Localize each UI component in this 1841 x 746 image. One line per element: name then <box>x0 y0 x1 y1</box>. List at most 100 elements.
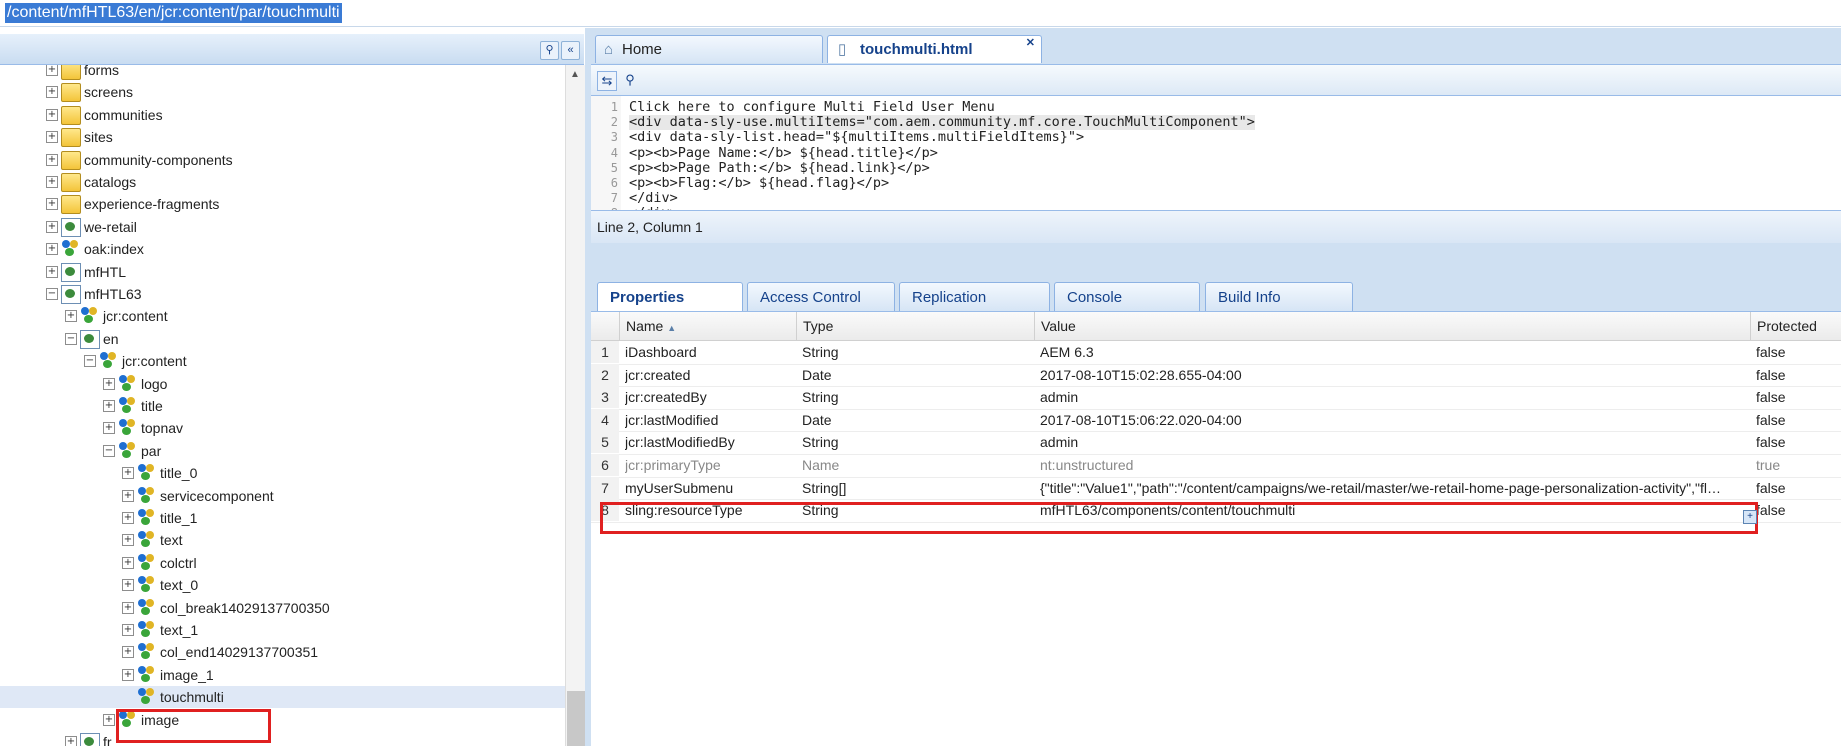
splitter[interactable] <box>591 243 1841 273</box>
expand-icon[interactable]: + <box>122 467 134 480</box>
tree-node[interactable]: + oak:index <box>0 238 565 260</box>
tree-node[interactable]: − par <box>0 440 565 462</box>
property-row[interactable]: 5 jcr:lastModifiedBy String admin false <box>591 431 1841 455</box>
expand-icon[interactable]: + <box>103 422 115 435</box>
expand-icon[interactable]: + <box>46 86 58 99</box>
tree-node[interactable]: + communities <box>0 104 565 126</box>
close-icon[interactable]: ✕ <box>1026 29 1035 57</box>
code-line[interactable]: 5 <p><b>Page Path:</b> ${head.link}</p> <box>591 160 1841 176</box>
tab-properties[interactable]: Properties <box>597 282 743 311</box>
expand-icon[interactable]: + <box>122 601 134 614</box>
property-value[interactable]: admin <box>1040 431 1748 453</box>
expand-icon[interactable]: + <box>122 624 134 636</box>
expand-icon[interactable]: + <box>122 646 134 659</box>
tree-node[interactable]: + forms <box>0 65 565 81</box>
tree-node[interactable]: + we-retail <box>0 216 565 238</box>
property-row[interactable]: 3 jcr:createdBy String admin false <box>591 386 1841 410</box>
format-icon[interactable]: ⇆ <box>597 71 617 91</box>
tree-node[interactable]: + image <box>0 709 565 731</box>
tab-home[interactable]: ⌂ Home <box>595 35 823 63</box>
expand-icon[interactable]: + <box>46 198 58 211</box>
property-type[interactable]: String[] <box>802 477 1032 499</box>
tree-node[interactable]: + title <box>0 395 565 417</box>
expand-value-icon[interactable]: + <box>1743 510 1757 524</box>
property-protected[interactable]: true <box>1756 454 1841 476</box>
expand-icon[interactable]: + <box>103 377 115 390</box>
tab-build-info[interactable]: Build Info <box>1205 282 1353 311</box>
property-value[interactable]: admin <box>1040 386 1748 408</box>
tree-node[interactable]: + title_0 <box>0 462 565 484</box>
expand-icon[interactable]: + <box>122 489 134 502</box>
tree-node[interactable]: − en <box>0 328 565 350</box>
code-text[interactable]: <p><b>Flag:</b> ${head.flag}</p> <box>629 176 889 191</box>
tree-node[interactable]: + col_end14029137700351 <box>0 641 565 663</box>
header-value[interactable]: Value <box>1034 312 1750 340</box>
property-value[interactable]: AEM 6.3 <box>1040 341 1748 363</box>
tree-node[interactable]: + screens <box>0 81 565 103</box>
tree-node[interactable]: + mfHTL <box>0 261 565 283</box>
expand-icon[interactable]: + <box>46 243 58 256</box>
header-name[interactable]: Name ▲ <box>619 312 796 340</box>
property-protected[interactable]: false <box>1756 409 1841 431</box>
property-protected[interactable]: false <box>1756 386 1841 408</box>
tree-node[interactable]: − mfHTL63 <box>0 283 565 305</box>
tree-scrollbar[interactable]: ▲ <box>565 65 586 746</box>
code-editor[interactable]: 1 Click here to configure Multi Field Use… <box>591 96 1841 210</box>
tree-node[interactable]: − jcr:content <box>0 350 565 372</box>
tree-node[interactable]: + catalogs <box>0 171 565 193</box>
code-text[interactable]: <p><b>Page Path:</b> ${head.link}</p> <box>629 160 930 176</box>
property-value[interactable]: nt:unstructured <box>1040 454 1748 476</box>
code-text[interactable]: <div data-sly-list.head="${multiItems.mu… <box>629 130 1084 145</box>
tree-node[interactable]: + title_1 <box>0 507 565 529</box>
collapse-icon[interactable]: − <box>84 355 96 368</box>
property-type[interactable]: Date <box>802 409 1032 431</box>
tab-console[interactable]: Console <box>1054 282 1200 311</box>
collapse-panel-icon[interactable]: « <box>561 41 580 60</box>
expand-icon[interactable]: + <box>122 556 134 569</box>
collapse-icon[interactable]: − <box>46 288 58 300</box>
property-name[interactable]: jcr:lastModified <box>625 409 795 431</box>
collapse-icon[interactable]: − <box>103 444 115 457</box>
header-type[interactable]: Type <box>796 312 1034 340</box>
tree-node[interactable]: + jcr:content <box>0 305 565 327</box>
expand-icon[interactable]: + <box>122 579 134 592</box>
expand-icon[interactable]: + <box>122 534 134 547</box>
expand-icon[interactable]: + <box>46 220 58 233</box>
property-value[interactable]: 2017-08-10T15:02:28.655-04:00 <box>1040 364 1748 386</box>
tree-node[interactable]: + colctrl <box>0 552 565 574</box>
property-name[interactable]: jcr:created <box>625 364 795 386</box>
header-protected[interactable]: Protected <box>1750 312 1841 340</box>
tree-node[interactable]: + experience-fragments <box>0 193 565 215</box>
property-name[interactable]: iDashboard <box>625 341 795 363</box>
tree-node[interactable]: + community-components <box>0 149 565 171</box>
tree-node[interactable]: + image_1 <box>0 664 565 686</box>
code-line[interactable]: 4 <p><b>Page Name:</b> ${head.title}</p> <box>591 145 1841 161</box>
tree-node[interactable]: + text_1 <box>0 619 565 641</box>
code-text[interactable]: Click here to configure Multi Field User… <box>629 100 995 115</box>
property-row[interactable]: 6 jcr:primaryType Name nt:unstructured true <box>591 454 1841 478</box>
property-name[interactable]: jcr:lastModifiedBy <box>625 431 795 453</box>
property-row[interactable]: 2 jcr:created Date 2017-08-10T15:02:28.655-… <box>591 363 1841 388</box>
tree-node[interactable]: touchmulti <box>0 686 565 709</box>
binoculars-icon[interactable]: ⚲ <box>540 41 559 60</box>
tree-node[interactable]: + text_0 <box>0 574 565 596</box>
expand-icon[interactable]: + <box>46 153 58 166</box>
tree-node[interactable]: + col_break14029137700350 <box>0 597 565 619</box>
tree-node[interactable]: + sites <box>0 126 565 148</box>
repository-tree[interactable]: + forms + screens + communities + sites + communi… <box>0 65 565 746</box>
property-row[interactable]: 4 jcr:lastModified Date 2017-08-10T15:06:22… <box>591 408 1841 433</box>
code-line[interactable]: 1 Click here to configure Multi Field Use… <box>591 100 1841 115</box>
expand-icon[interactable]: + <box>122 512 134 524</box>
tab-access-control[interactable]: Access Control <box>747 282 895 311</box>
property-name[interactable]: jcr:createdBy <box>625 386 795 408</box>
tab-touchmulti[interactable]: ▯ touchmulti.html ✕ <box>827 35 1042 63</box>
expand-icon[interactable]: + <box>46 131 58 144</box>
address-bar[interactable]: /content/mfHTL63/en/jcr:content/par/touc… <box>0 0 1841 27</box>
property-name[interactable]: myUserSubmenu <box>625 477 795 499</box>
expand-icon[interactable]: + <box>65 736 77 746</box>
tree-node[interactable]: + text <box>0 529 565 551</box>
expand-icon[interactable]: + <box>65 310 77 323</box>
scroll-thumb[interactable] <box>567 691 585 746</box>
collapse-icon[interactable]: − <box>65 332 77 345</box>
property-protected[interactable]: false <box>1756 499 1841 521</box>
